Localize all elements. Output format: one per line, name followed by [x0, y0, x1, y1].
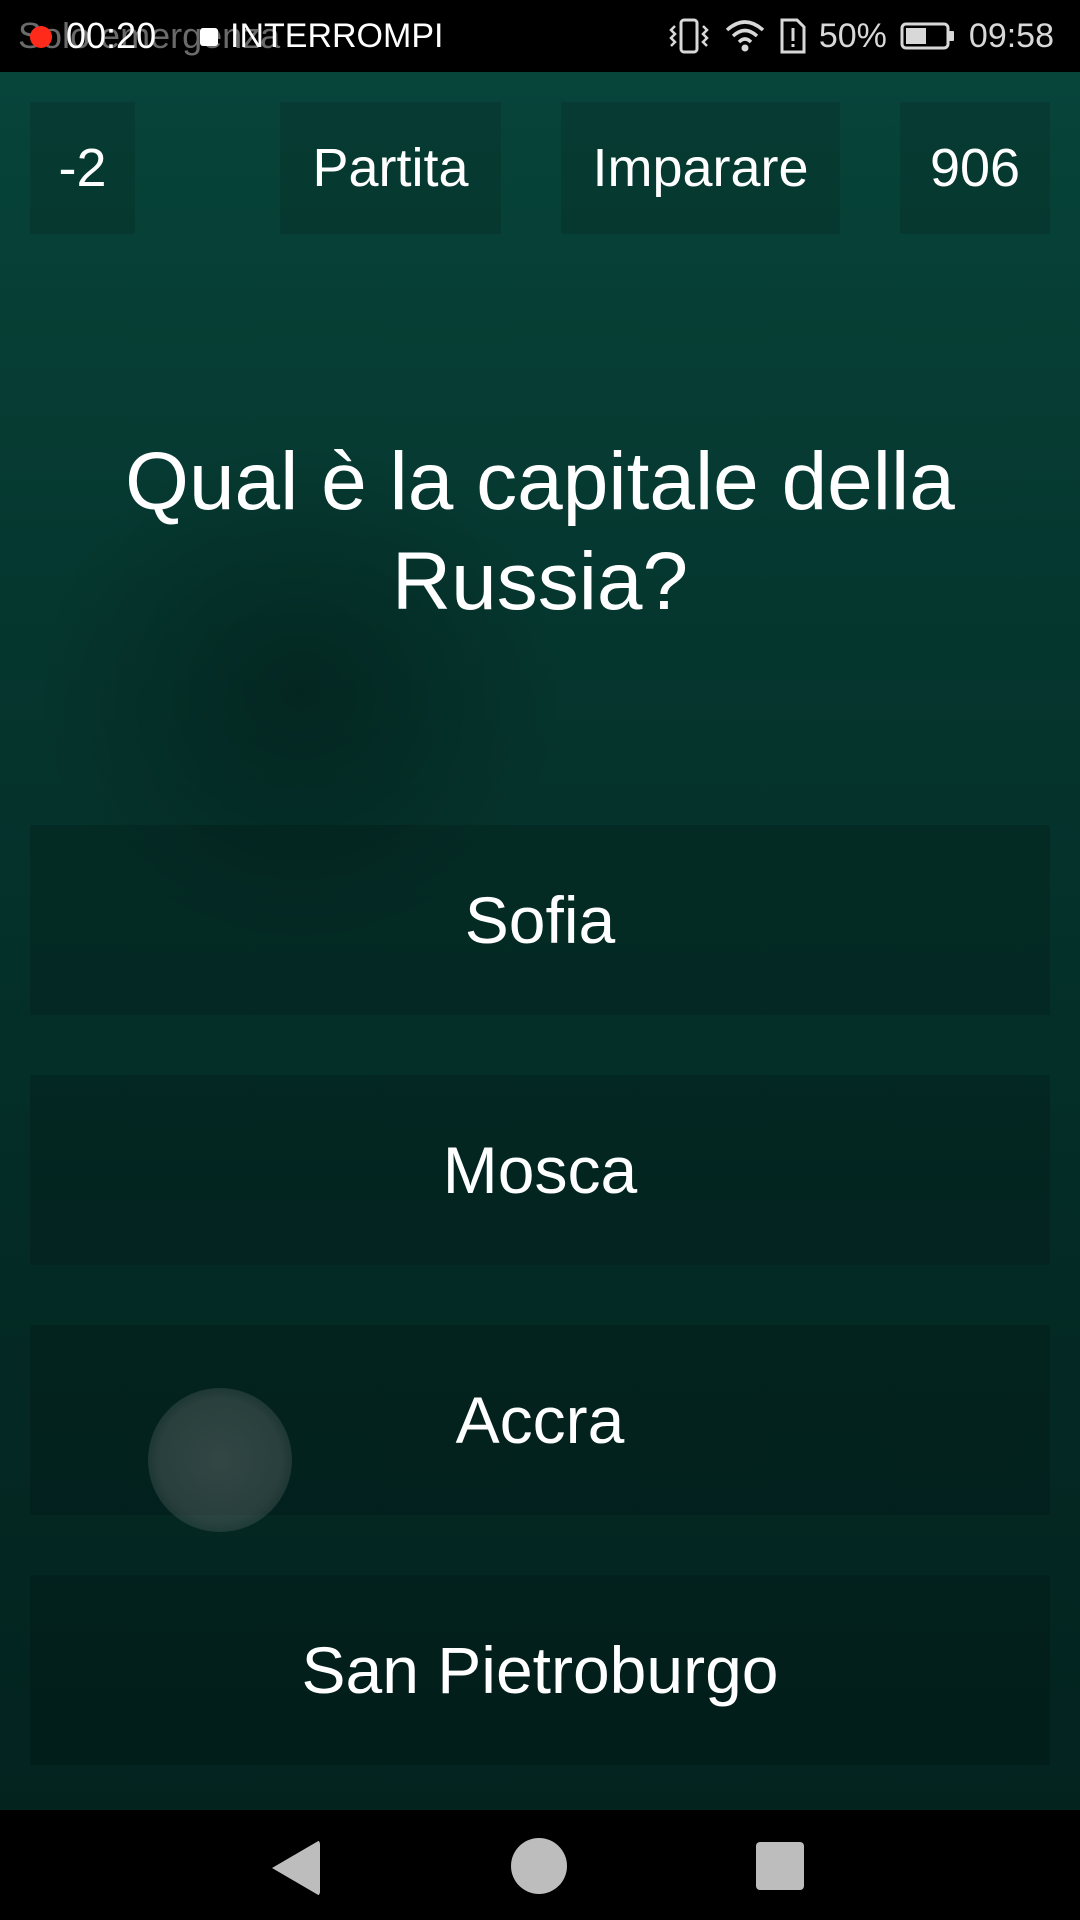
quiz-screen: -2 Partita Imparare 906 Qual è la capita… [0, 72, 1080, 1810]
navigation-bar [0, 1810, 1080, 1920]
match-button[interactable]: Partita [280, 102, 501, 234]
match-button-label: Partita [312, 138, 469, 198]
back-icon[interactable] [272, 1840, 320, 1896]
sim-alert-icon [779, 16, 807, 56]
wifi-icon [723, 16, 767, 56]
answer-label: San Pietroburgo [301, 1633, 779, 1707]
system-icons: 50% 09:58 [667, 12, 1054, 60]
learn-button-label: Imparare [592, 138, 809, 198]
stop-icon[interactable] [200, 28, 218, 46]
clock: 09:58 [968, 17, 1054, 55]
score-delta-label: -2 [58, 138, 107, 198]
recording-dot-icon [30, 26, 52, 48]
answer-option[interactable]: Mosca [30, 1075, 1050, 1265]
stop-recording-button[interactable]: INTERROMPI [230, 16, 443, 56]
points-label: 906 [929, 138, 1021, 198]
screen: Solo emergenza 00:20 INTERROMPI 50% 09:5… [0, 0, 1080, 1920]
recents-icon[interactable] [756, 1842, 804, 1890]
points-counter: 906 [900, 102, 1050, 234]
answer-label: Mosca [442, 1133, 638, 1207]
vibrate-icon [667, 16, 711, 56]
home-icon[interactable] [511, 1838, 567, 1894]
recording-time: 00:20 [66, 15, 157, 56]
answer-label: Sofia [464, 883, 616, 957]
learn-button[interactable]: Imparare [561, 102, 840, 234]
answer-label: Accra [455, 1383, 625, 1457]
touch-indicator [148, 1388, 292, 1532]
battery-icon [899, 16, 957, 56]
score-delta-badge: -2 [30, 102, 135, 234]
answer-option[interactable]: San Pietroburgo [30, 1575, 1050, 1765]
question-text: Qual è la capitale della Russia? [125, 436, 955, 627]
answer-option[interactable]: Sofia [30, 825, 1050, 1015]
status-bar: Solo emergenza 00:20 INTERROMPI 50% 09:5… [0, 0, 1080, 72]
battery-percent: 50% [818, 17, 887, 55]
